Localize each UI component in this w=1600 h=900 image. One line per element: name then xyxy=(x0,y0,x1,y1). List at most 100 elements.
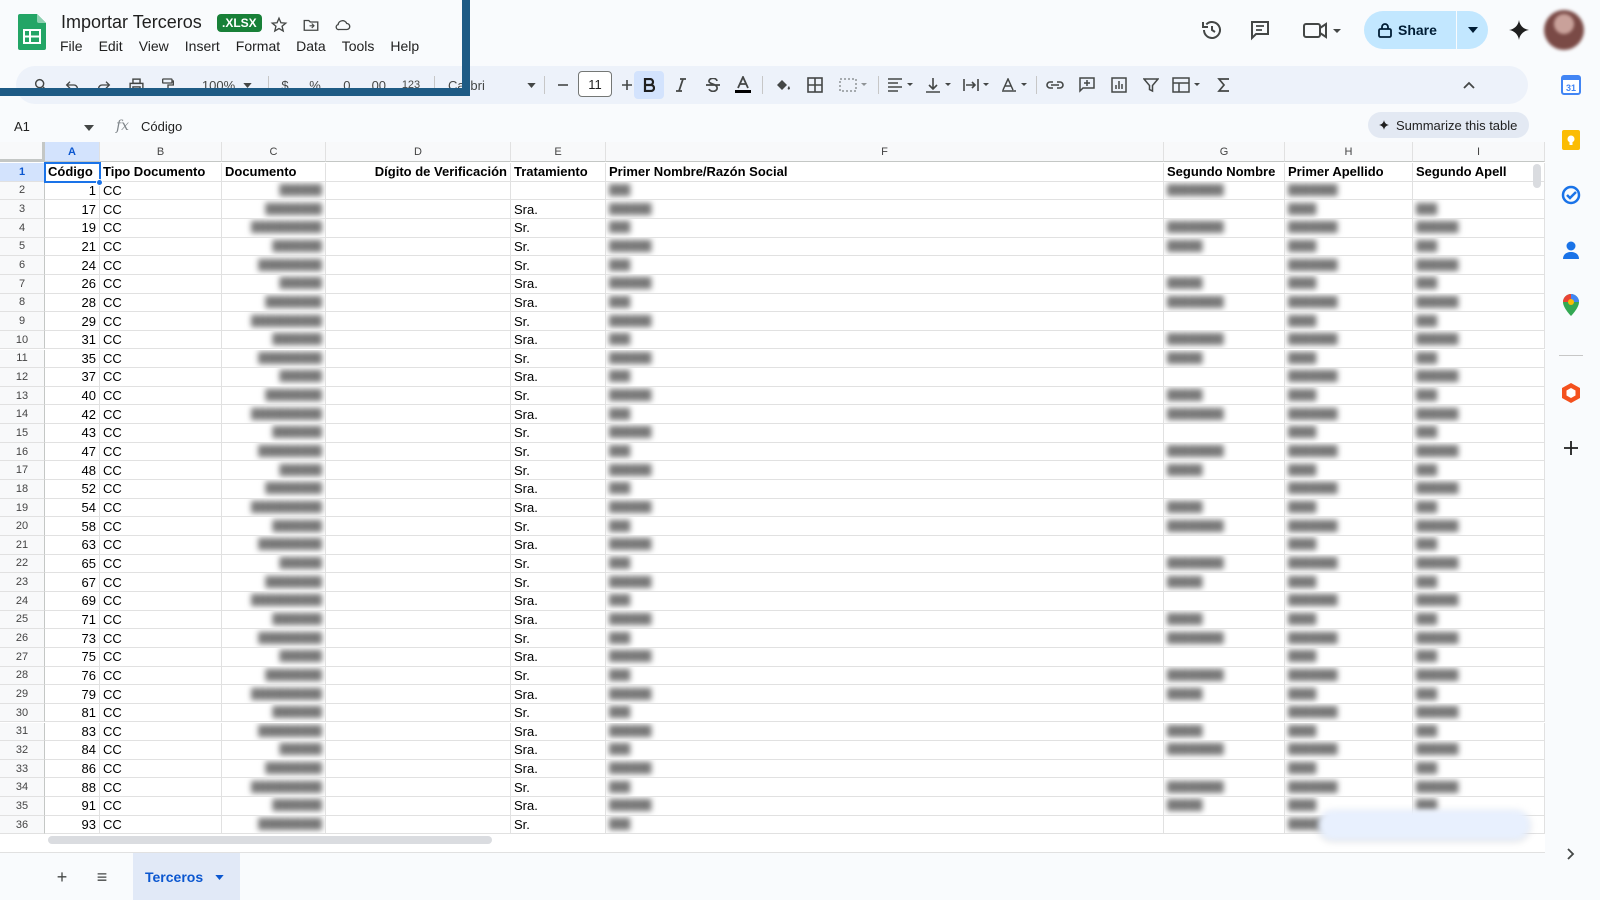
header-cell[interactable]: Primer Apellido xyxy=(1285,163,1413,182)
redacted-cell[interactable]: ████████ xyxy=(1164,554,1285,574)
horizontal-scrollbar[interactable] xyxy=(48,836,492,844)
redacted-cell[interactable]: ███ xyxy=(1413,274,1545,294)
redacted-cell[interactable]: ███ xyxy=(1413,237,1545,257)
calendar-icon[interactable]: 31 xyxy=(1559,73,1583,97)
select-all-corner[interactable] xyxy=(0,142,45,162)
table-cell[interactable]: Sra. xyxy=(511,591,606,611)
redacted-cell[interactable] xyxy=(1164,480,1285,499)
redacted-cell[interactable]: ██████ xyxy=(222,461,326,481)
row-header[interactable]: 27 xyxy=(0,647,45,667)
table-cell[interactable]: CC xyxy=(100,218,222,238)
row-header[interactable]: 31 xyxy=(0,722,45,742)
redacted-cell[interactable]: ██████ xyxy=(606,610,1164,630)
redacted-cell[interactable]: ███████ xyxy=(222,517,326,536)
table-cell[interactable]: 71 xyxy=(45,610,100,630)
table-cell[interactable]: Sra. xyxy=(511,274,606,294)
table-cell[interactable] xyxy=(326,647,511,667)
redacted-cell[interactable]: ███ xyxy=(606,405,1164,425)
table-cell[interactable] xyxy=(326,591,511,611)
redacted-cell[interactable]: ███████ xyxy=(1285,256,1413,275)
move-folder-icon[interactable] xyxy=(300,14,322,36)
table-cell[interactable]: 28 xyxy=(45,293,100,313)
table-cell[interactable]: 67 xyxy=(45,573,100,592)
redacted-cell[interactable] xyxy=(1164,312,1285,331)
caret-down-icon[interactable] xyxy=(215,874,224,880)
cloud-status-icon[interactable] xyxy=(332,14,354,36)
row-header[interactable]: 6 xyxy=(0,256,45,275)
merge-cells-button[interactable] xyxy=(834,71,874,99)
redacted-cell[interactable]: ███ xyxy=(606,741,1164,760)
redacted-cell[interactable]: ██████ xyxy=(1413,554,1545,574)
table-cell[interactable]: 73 xyxy=(45,629,100,648)
table-cell[interactable]: 29 xyxy=(45,312,100,331)
table-cell[interactable] xyxy=(326,703,511,723)
row-header[interactable]: 8 xyxy=(0,293,45,313)
row-header[interactable]: 29 xyxy=(0,685,45,704)
redacted-cell[interactable]: ████ xyxy=(1285,312,1413,331)
table-cell[interactable] xyxy=(326,666,511,686)
redacted-cell[interactable]: ███ xyxy=(606,218,1164,238)
table-cell[interactable]: CC xyxy=(100,368,222,387)
redacted-cell[interactable]: ████████ xyxy=(1164,629,1285,648)
redacted-cell[interactable]: ██████ xyxy=(606,349,1164,369)
row-header[interactable]: 20 xyxy=(0,517,45,536)
table-cell[interactable]: CC xyxy=(100,666,222,686)
table-cell[interactable]: Sr. xyxy=(511,517,606,536)
redacted-cell[interactable]: ██████ xyxy=(1413,629,1545,648)
redacted-cell[interactable]: ██████ xyxy=(222,368,326,387)
redacted-cell[interactable]: ███████ xyxy=(222,703,326,723)
redacted-cell[interactable]: ███████ xyxy=(222,424,326,443)
header-cell[interactable]: Dígito de Verificación xyxy=(326,163,511,182)
redacted-cell[interactable]: ████████ xyxy=(1164,218,1285,238)
table-cell[interactable]: 69 xyxy=(45,591,100,611)
table-cell[interactable]: CC xyxy=(100,685,222,704)
table-cell[interactable]: Sr. xyxy=(511,218,606,238)
table-cell[interactable]: Sra. xyxy=(511,685,606,704)
table-cell[interactable] xyxy=(326,554,511,574)
table-cell[interactable]: CC xyxy=(100,703,222,723)
redacted-cell[interactable]: ████ xyxy=(1285,573,1413,592)
create-filter-button[interactable] xyxy=(1138,71,1164,99)
row-header[interactable]: 14 xyxy=(0,405,45,425)
row-header[interactable]: 3 xyxy=(0,200,45,219)
table-cell[interactable]: 93 xyxy=(45,815,100,835)
redacted-cell[interactable]: ████ xyxy=(1285,386,1413,406)
redacted-cell[interactable]: ███ xyxy=(1413,722,1545,742)
table-cell[interactable] xyxy=(326,629,511,648)
redacted-cell[interactable]: ███ xyxy=(606,629,1164,648)
table-cell[interactable] xyxy=(326,274,511,294)
table-cell[interactable] xyxy=(326,424,511,443)
redacted-cell[interactable]: ████████ xyxy=(222,759,326,779)
redacted-cell[interactable]: ██████████ xyxy=(222,685,326,704)
table-cell[interactable]: CC xyxy=(100,274,222,294)
table-cell[interactable] xyxy=(326,293,511,313)
redacted-cell[interactable]: ███ xyxy=(606,554,1164,574)
row-header[interactable]: 2 xyxy=(0,181,45,201)
table-cell[interactable] xyxy=(326,722,511,742)
redacted-cell[interactable]: ████ xyxy=(1285,274,1413,294)
table-cell[interactable] xyxy=(326,573,511,592)
table-cell[interactable]: 47 xyxy=(45,442,100,462)
redacted-cell[interactable]: █████████ xyxy=(222,442,326,462)
comments-icon[interactable] xyxy=(1246,16,1274,44)
redacted-cell[interactable]: ███ xyxy=(1413,200,1545,219)
redacted-cell[interactable]: ██████ xyxy=(606,685,1164,704)
vertical-scrollbar[interactable] xyxy=(1533,164,1541,188)
table-cell[interactable]: CC xyxy=(100,349,222,369)
header-cell[interactable]: Tratamiento xyxy=(511,163,606,182)
table-cell[interactable] xyxy=(326,312,511,331)
redacted-cell[interactable]: ███████ xyxy=(1285,629,1413,648)
redacted-cell[interactable]: ███ xyxy=(606,703,1164,723)
redacted-cell[interactable]: ███ xyxy=(606,256,1164,275)
row-header[interactable]: 22 xyxy=(0,554,45,574)
redacted-cell[interactable]: ██████ xyxy=(1413,741,1545,760)
redacted-cell[interactable]: ██████ xyxy=(222,554,326,574)
table-cell[interactable]: CC xyxy=(100,293,222,313)
redacted-cell[interactable]: ██████ xyxy=(1413,442,1545,462)
redacted-cell[interactable]: ███████ xyxy=(1285,480,1413,499)
redacted-cell[interactable]: ████ xyxy=(1285,237,1413,257)
redacted-cell[interactable]: ███ xyxy=(1413,498,1545,518)
redacted-cell[interactable]: ███████ xyxy=(1285,293,1413,313)
table-cell[interactable]: 91 xyxy=(45,797,100,816)
table-cell[interactable]: Sra. xyxy=(511,405,606,425)
